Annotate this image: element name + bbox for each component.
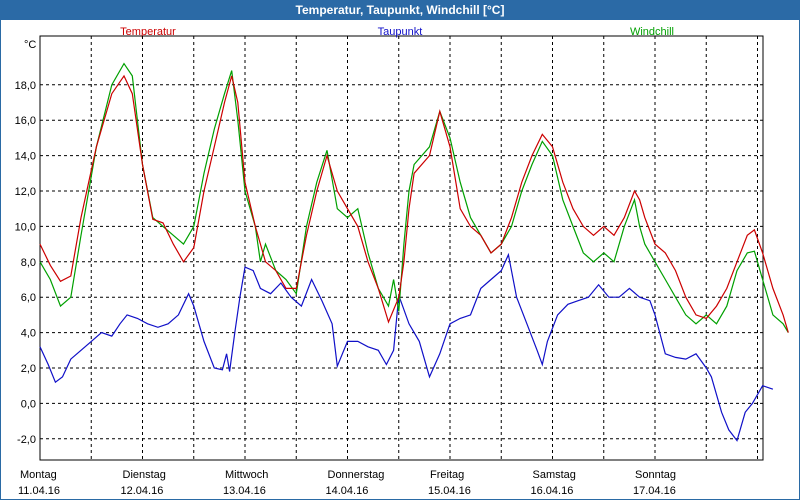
- chart-svg: °C Temperatur Taupunkt Windchill -2,0 0,0…: [15, 26, 789, 497]
- y-tick-label: -2,0: [17, 434, 36, 446]
- y-tick-label: 14,0: [15, 151, 36, 163]
- y-tick-label: 10,0: [15, 221, 36, 233]
- x-date-label: 14.04.16: [326, 485, 369, 497]
- y-unit-label: °C: [24, 39, 36, 51]
- legend-windchill: Windchill: [630, 26, 674, 38]
- x-date-label: 16.04.16: [531, 485, 574, 497]
- y-tick-label: 2,0: [21, 363, 36, 375]
- y-tick-label: 8,0: [21, 257, 36, 269]
- y-tick-label: 6,0: [21, 292, 36, 304]
- x-date-label: 15.04.16: [428, 485, 471, 497]
- x-day-name: Samstag: [533, 469, 576, 481]
- y-tick-label: 0,0: [21, 398, 36, 410]
- x-date-label: 17.04.16: [633, 485, 676, 497]
- y-tick-label: 18,0: [15, 80, 36, 92]
- y-tick-label: 4,0: [21, 328, 36, 340]
- legend-temperatur: Temperatur: [120, 26, 176, 38]
- x-day-name: Dienstag: [123, 469, 166, 481]
- x-date-label: 12.04.16: [121, 485, 164, 497]
- y-tick-labels: -2,0 0,0 2,0 4,0 6,0 8,0 10,0 12,0 14,0 16,0 18,0: [15, 80, 36, 446]
- x-date-label: 13.04.16: [223, 485, 266, 497]
- x-date-label: 11.04.16: [18, 485, 60, 497]
- x-day-name: Mittwoch: [225, 469, 268, 481]
- x-day-name: Donnerstag: [328, 469, 385, 481]
- x-day-name: Freitag: [430, 469, 464, 481]
- x-day-labels: Montag 11.04.16 Dienstag 12.04.16 Mittwoch 13…: [18, 469, 676, 497]
- legend-taupunkt: Taupunkt: [378, 26, 423, 38]
- y-tick-label: 12,0: [15, 186, 36, 198]
- x-day-name: Sonntag: [635, 469, 676, 481]
- y-tick-label: 16,0: [15, 115, 36, 127]
- x-day-name: Montag: [20, 469, 57, 481]
